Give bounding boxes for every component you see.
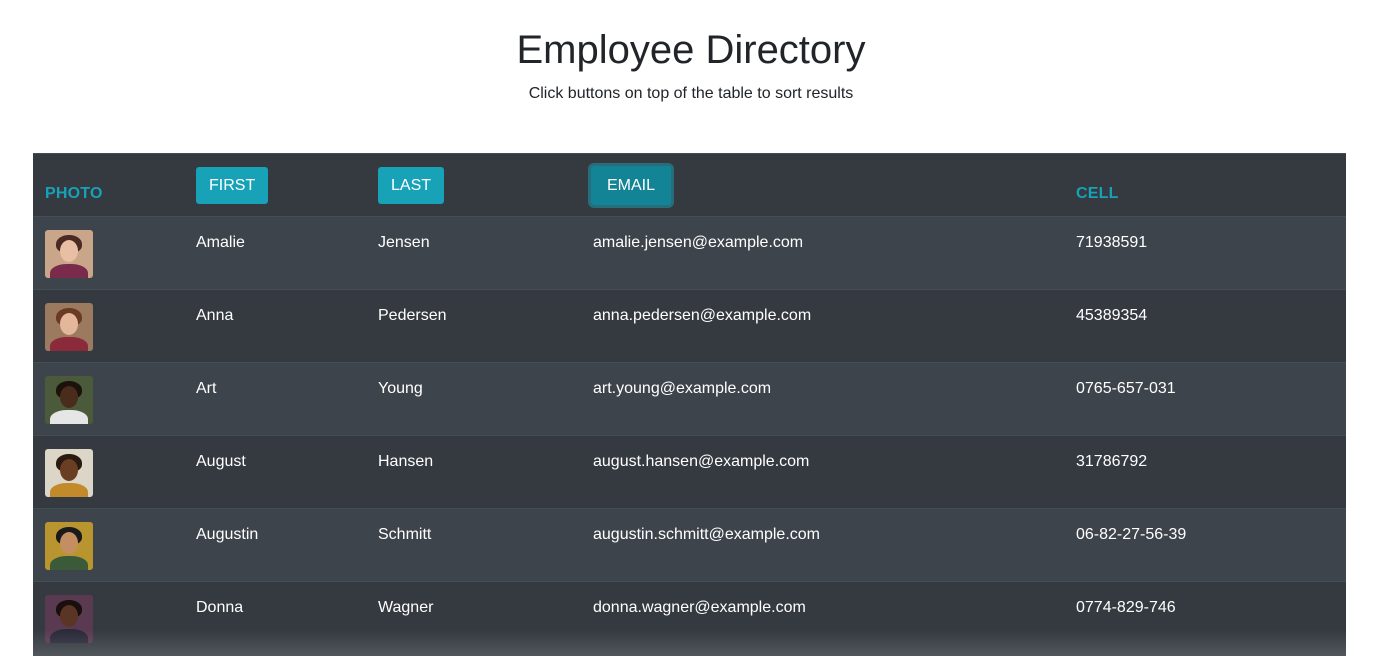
last-name-cell: Hansen xyxy=(378,453,434,470)
sort-email-button[interactable]: EMAIL xyxy=(591,166,672,205)
sort-first-button[interactable]: FIRST xyxy=(196,167,269,204)
last-name-cell: Pedersen xyxy=(378,307,447,324)
employee-photo xyxy=(45,449,93,497)
cell-phone-cell: 0765-657-031 xyxy=(1076,380,1176,397)
email-cell: anna.pedersen@example.com xyxy=(593,307,812,324)
employee-photo xyxy=(45,230,93,278)
employee-photo xyxy=(45,376,93,424)
first-name-cell: August xyxy=(196,453,246,470)
first-name-cell: Anna xyxy=(196,307,234,324)
first-name-cell: Donna xyxy=(196,599,244,616)
table-row: Donna Wagner donna.wagner@example.com 0774-… xyxy=(33,581,1346,654)
sort-last-button[interactable]: LAST xyxy=(378,167,445,204)
first-name-cell: Augustin xyxy=(196,526,259,543)
column-header-cell: CELL xyxy=(1076,185,1119,202)
employee-photo xyxy=(45,522,93,570)
page-subtitle: Click buttons on top of the table to sor… xyxy=(528,85,854,102)
employee-photo xyxy=(45,595,93,643)
first-name-cell: Art xyxy=(196,380,217,397)
email-cell: august.hansen@example.com xyxy=(593,453,810,470)
last-name-cell: Wagner xyxy=(378,599,434,616)
page-title: Employee Directory xyxy=(516,28,866,72)
last-name-cell: Jensen xyxy=(378,234,430,251)
cell-phone-cell: 31786792 xyxy=(1076,453,1148,470)
first-name-cell: Amalie xyxy=(196,234,245,251)
email-cell: donna.wagner@example.com xyxy=(593,599,806,616)
table-row: Augustin Schmitt augustin.schmitt@example.… xyxy=(33,508,1346,581)
table-row: Amalie Jensen amalie.jensen@example.com 719… xyxy=(33,216,1346,289)
last-name-cell: Young xyxy=(378,380,423,397)
last-name-cell: Schmitt xyxy=(378,526,432,543)
table-row: Art Young art.young@example.com 0765-657-03… xyxy=(33,362,1346,435)
table-row: Anna Pedersen anna.pedersen@example.com 453… xyxy=(33,289,1346,362)
cell-phone-cell: 06-82-27-56-39 xyxy=(1076,526,1187,543)
email-cell: augustin.schmitt@example.com xyxy=(593,526,820,543)
cell-phone-cell: 71938591 xyxy=(1076,234,1148,251)
email-cell: amalie.jensen@example.com xyxy=(593,234,804,251)
cell-phone-cell: 0774-829-746 xyxy=(1076,599,1176,616)
email-cell: art.young@example.com xyxy=(593,380,772,397)
column-header-photo: PHOTO xyxy=(45,185,103,202)
cell-phone-cell: 45389354 xyxy=(1076,307,1148,324)
employee-photo xyxy=(45,303,93,351)
table-header-row: PHOTO FIRST LAST EMAIL CELL xyxy=(33,153,1346,216)
employee-table: PHOTO FIRST LAST EMAIL CELL Amalie Jensen… xyxy=(33,153,1346,656)
table-row: August Hansen august.hansen@example.com 317… xyxy=(33,435,1346,508)
